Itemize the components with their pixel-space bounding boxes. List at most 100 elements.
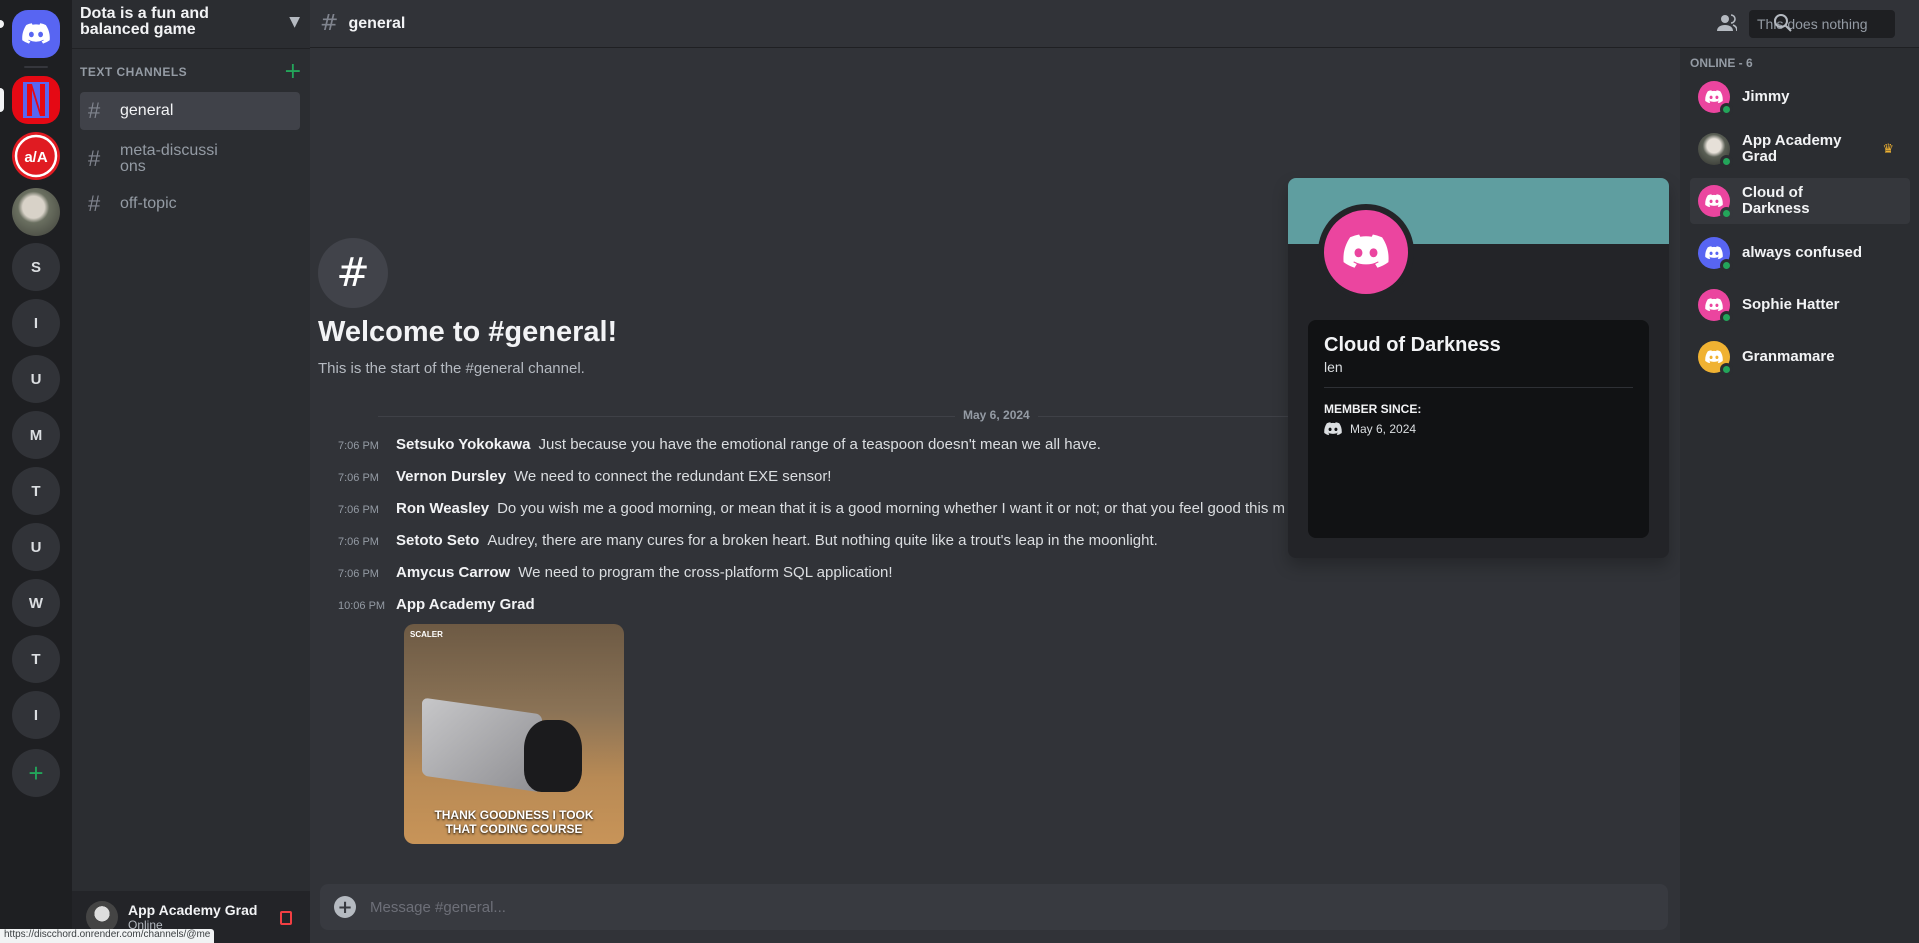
discord-icon	[1705, 350, 1723, 364]
server-photo[interactable]	[12, 188, 60, 236]
home-indicator	[0, 20, 4, 28]
guild-name: Dota is a fun and balanced game	[80, 5, 209, 38]
message-time: 7:06 PM	[338, 472, 379, 484]
message-author[interactable]: Vernon Dursley	[396, 468, 506, 485]
message-text: We need to program the cross-platform SQ…	[518, 564, 893, 581]
avatar	[1318, 204, 1414, 300]
server-letter: S	[30, 258, 41, 276]
member-name: App Academy Grad	[1742, 132, 1842, 165]
profile-divider	[1324, 387, 1633, 388]
member-list-icon[interactable]	[1717, 14, 1737, 32]
server-s[interactable]: S	[12, 243, 60, 291]
server-m[interactable]: M	[12, 411, 60, 459]
rail-divider	[24, 66, 48, 68]
channel-name: general	[120, 102, 174, 119]
message-text: Just because you have the emotional rang…	[538, 436, 1101, 453]
server-u[interactable]: U	[12, 355, 60, 403]
plus-icon: +	[28, 757, 44, 788]
avatar	[1698, 289, 1733, 324]
message-author[interactable]: Amycus Carrow	[396, 564, 510, 581]
online-status-icon	[1720, 311, 1733, 324]
message-time: 10:06 PM	[338, 600, 386, 612]
avatar	[1698, 81, 1733, 116]
online-status-icon	[1720, 155, 1733, 168]
message: 7:06 PM Setsuko Yokokawa Just because yo…	[338, 436, 1101, 453]
online-status-icon	[1720, 259, 1733, 272]
discord-icon	[22, 23, 50, 44]
gif-caption: THANK GOODNESS I TOOK THAT CODING COURSE	[404, 808, 624, 836]
text-channel-icon: #	[88, 191, 101, 216]
member-name: Cloud of Darkness	[1742, 184, 1810, 217]
member-since-date: May 6, 2024	[1350, 422, 1417, 436]
member-list: ONLINE - 6 Jimmy App Academy Grad ♛ Clou…	[1680, 48, 1919, 943]
server-u-2[interactable]: U	[12, 523, 60, 571]
avatar	[1698, 185, 1733, 220]
search-icon	[1773, 13, 1891, 33]
discord-icon	[1705, 90, 1723, 104]
discord-icon	[1705, 246, 1723, 260]
message-text: Audrey, there are many cures for a broke…	[487, 532, 1158, 549]
server-t-2[interactable]: T	[12, 635, 60, 683]
gif-attachment[interactable]: SCALER THANK GOODNESS I TOOK THAT CODING…	[404, 624, 624, 844]
server-letter: I	[33, 314, 39, 332]
discord-icon	[1324, 422, 1342, 436]
channel-name: meta-discussions	[120, 142, 218, 175]
server-t[interactable]: T	[12, 467, 60, 515]
member-sophie-hatter[interactable]: Sophie Hatter	[1690, 282, 1910, 328]
message-author[interactable]: Ron Weasley	[396, 500, 489, 517]
message-time: 7:06 PM	[338, 504, 379, 516]
logout-icon[interactable]	[280, 911, 292, 925]
server-letter: T	[31, 482, 41, 500]
message-time: 7:06 PM	[338, 568, 379, 580]
message-author[interactable]: Setoto Seto	[396, 532, 479, 549]
member-list-header: ONLINE - 6	[1690, 56, 1753, 70]
online-status-icon	[1720, 363, 1733, 376]
server-letter: M	[29, 426, 43, 444]
message: 7:06 PM Ron Weasley Do you wish me a goo…	[338, 500, 1285, 517]
text-channel-icon: #	[88, 146, 101, 171]
profile-body: Cloud of Darkness len MEMBER SINCE: May …	[1308, 320, 1649, 538]
guild-header[interactable]: Dota is a fun and balanced game ▼	[72, 0, 310, 48]
cat-image	[524, 720, 582, 792]
channel-meta-discussions[interactable]: # meta-discussions	[80, 138, 300, 180]
message: 10:06 PM App Academy Grad	[338, 596, 543, 613]
message-author[interactable]: App Academy Grad	[396, 596, 535, 613]
server-i-2[interactable]: I	[12, 691, 60, 739]
member-name: Sophie Hatter	[1742, 296, 1840, 313]
server-w[interactable]: W	[12, 579, 60, 627]
server-indicator	[0, 88, 4, 112]
server-app-academy[interactable]: a/A	[12, 132, 60, 180]
message-input[interactable]	[370, 898, 1570, 916]
server-letter: I	[33, 706, 39, 724]
crown-icon: ♛	[1882, 141, 1894, 156]
member-jimmy[interactable]: Jimmy	[1690, 74, 1910, 120]
attach-plus-icon[interactable]: +	[334, 896, 356, 918]
member-cloud-of-darkness[interactable]: Cloud of Darkness	[1690, 178, 1910, 224]
avatar	[1698, 133, 1733, 168]
server-netflix[interactable]	[12, 76, 60, 124]
member-granmamare[interactable]: Granmamare	[1690, 334, 1910, 380]
discord-icon	[1705, 298, 1723, 312]
add-server-button[interactable]: +	[12, 749, 60, 797]
add-channel-icon[interactable]: +	[284, 61, 302, 83]
channel-off-topic[interactable]: # off-topic	[80, 185, 300, 223]
discord-home-button[interactable]	[12, 10, 60, 58]
message-time: 7:06 PM	[338, 440, 379, 452]
message-author[interactable]: Setsuko Yokokawa	[396, 436, 531, 453]
gif-brand: SCALER	[410, 630, 443, 639]
message: 7:06 PM Vernon Dursley We need to connec…	[338, 468, 831, 485]
server-letter: T	[31, 650, 41, 668]
channel-name: off-topic	[120, 195, 177, 212]
avatar	[1698, 237, 1733, 272]
server-letter: W	[28, 594, 44, 612]
profile-username: len	[1324, 359, 1343, 375]
user-name: App Academy Grad	[128, 902, 258, 918]
channel-general[interactable]: # general	[80, 92, 300, 130]
member-always-confused[interactable]: always confused	[1690, 230, 1910, 276]
server-i[interactable]: I	[12, 299, 60, 347]
discord-icon	[1343, 234, 1389, 268]
message-composer: +	[320, 884, 1668, 930]
member-app-academy-grad[interactable]: App Academy Grad ♛	[1690, 126, 1910, 172]
search-box[interactable]: This does nothing	[1749, 10, 1895, 38]
category-label: TEXT CHANNELS	[80, 65, 188, 79]
